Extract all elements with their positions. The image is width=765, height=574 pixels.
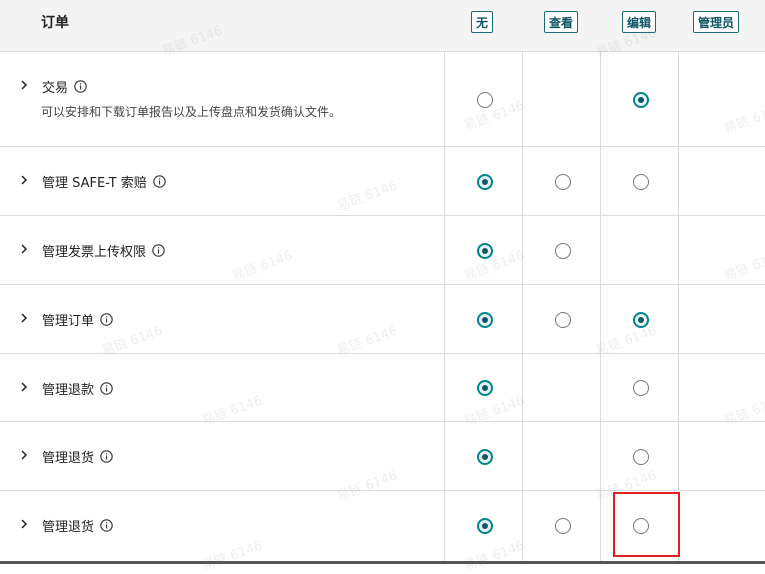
row-label: 管理退货: [42, 520, 95, 535]
radio-none[interactable]: [477, 243, 493, 259]
info-icon[interactable]: [100, 450, 113, 463]
info-icon[interactable]: [100, 313, 113, 326]
column-none-button[interactable]: 无: [471, 11, 494, 33]
chevron-right-icon[interactable]: [18, 381, 30, 393]
radio-view[interactable]: [555, 518, 571, 534]
row-label: 管理订单: [42, 314, 95, 329]
info-icon[interactable]: [152, 244, 165, 257]
table-header: 订单 无 查看 编辑 管理员: [0, 0, 765, 52]
info-icon[interactable]: [100, 382, 113, 395]
chevron-right-icon[interactable]: [18, 312, 30, 324]
chevron-right-icon[interactable]: [18, 449, 30, 461]
column-admin-button[interactable]: 管理员: [693, 11, 740, 33]
column-edit-button[interactable]: 编辑: [622, 11, 657, 33]
row-label: 管理 SAFE-T 索赔: [42, 176, 147, 191]
chevron-right-icon[interactable]: [18, 174, 30, 186]
table-row: 管理 SAFE-T 索赔: [0, 147, 765, 216]
row-label: 交易: [42, 81, 69, 96]
row-label: 管理发票上传权限: [42, 245, 147, 260]
radio-edit[interactable]: [633, 92, 649, 108]
table-row: 管理退货: [0, 491, 765, 561]
table-row: 管理发票上传权限: [0, 216, 765, 285]
radio-edit[interactable]: [633, 449, 649, 465]
radio-edit[interactable]: [633, 174, 649, 190]
radio-none[interactable]: [477, 380, 493, 396]
radio-none[interactable]: [477, 518, 493, 534]
table-row: 管理订单: [0, 285, 765, 354]
info-icon[interactable]: [100, 519, 113, 532]
radio-edit[interactable]: [633, 312, 649, 328]
column-view-button[interactable]: 查看: [544, 11, 579, 33]
table-row: 管理退货: [0, 422, 765, 491]
info-icon[interactable]: [74, 80, 87, 93]
radio-edit[interactable]: [633, 380, 649, 396]
radio-edit[interactable]: [633, 518, 649, 534]
table-row: 管理退款: [0, 354, 765, 422]
radio-view[interactable]: [555, 174, 571, 190]
radio-none[interactable]: [477, 174, 493, 190]
radio-none[interactable]: [477, 449, 493, 465]
row-description: 可以安排和下载订单报告以及上传盘点和发货确认文件。: [41, 105, 342, 119]
radio-none[interactable]: [477, 312, 493, 328]
radio-view[interactable]: [555, 312, 571, 328]
row-label: 管理退货: [42, 451, 95, 466]
chevron-right-icon[interactable]: [18, 79, 30, 91]
chevron-right-icon[interactable]: [18, 518, 30, 530]
table-row: 交易 可以安排和下载订单报告以及上传盘点和发货确认文件。: [0, 52, 765, 147]
section-title: 订单: [41, 15, 69, 31]
chevron-right-icon[interactable]: [18, 243, 30, 255]
radio-view[interactable]: [555, 243, 571, 259]
info-icon[interactable]: [153, 175, 166, 188]
row-label: 管理退款: [42, 383, 95, 398]
radio-none[interactable]: [477, 92, 493, 108]
